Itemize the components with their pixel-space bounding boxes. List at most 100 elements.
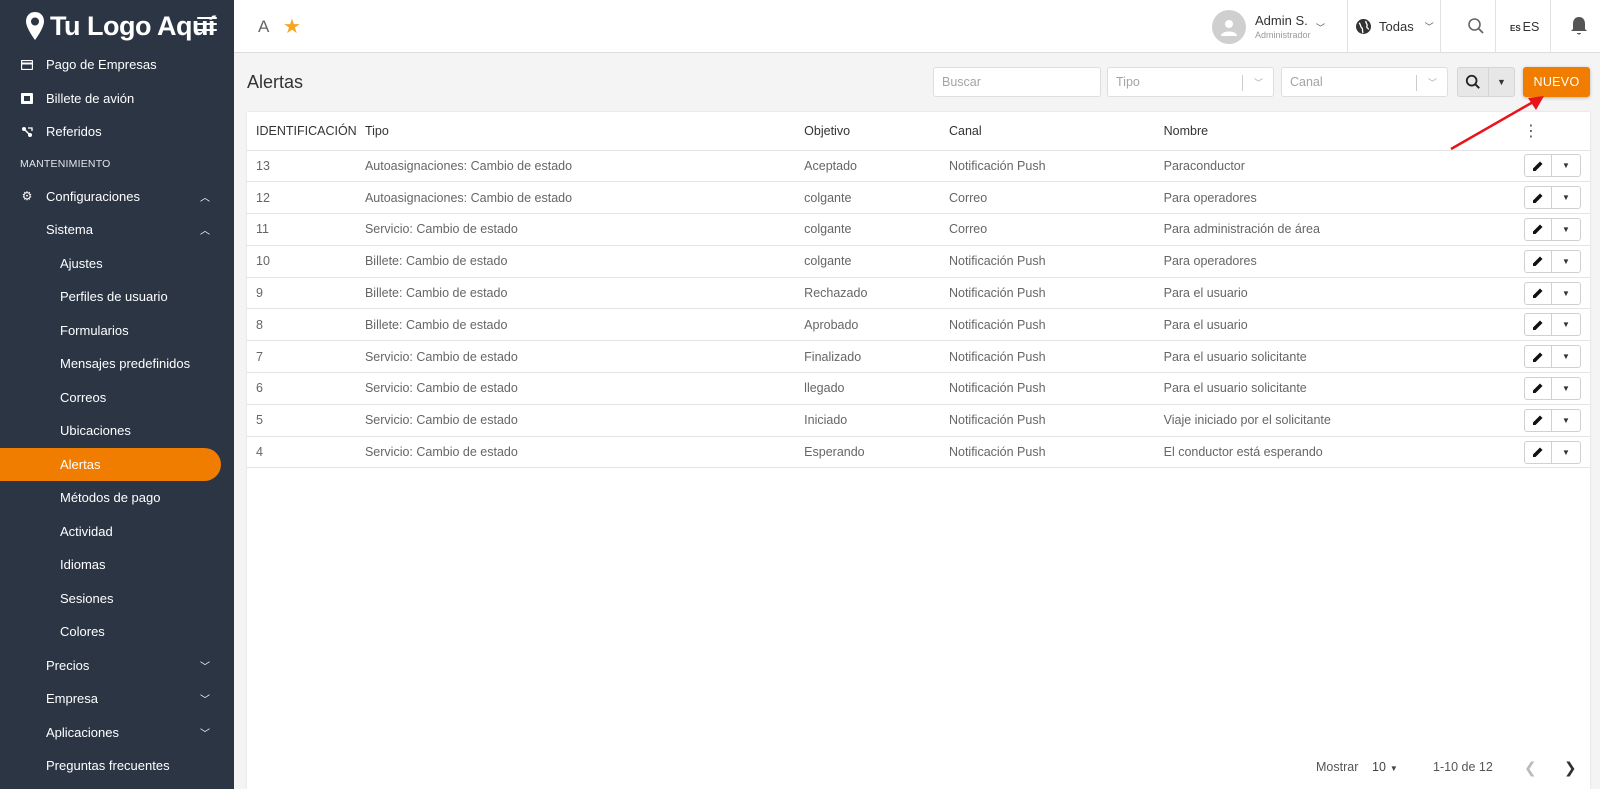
menu-toggle-icon[interactable] bbox=[197, 17, 217, 35]
chevron-left-icon[interactable]: ❮ bbox=[1524, 759, 1537, 777]
sidebar-item-alertas[interactable]: Alertas bbox=[0, 447, 221, 481]
edit-icon[interactable] bbox=[1525, 187, 1552, 209]
divider bbox=[1440, 0, 1441, 53]
chevron-down-icon: ﹀ bbox=[200, 695, 210, 707]
cell-objetivo: llegado bbox=[804, 372, 949, 405]
sidebar-item-perfiles[interactable]: Perfiles de usuario bbox=[0, 280, 234, 314]
sidebar-item-idiomas[interactable]: Idiomas bbox=[0, 548, 234, 582]
sidebar-item-metodos-pago[interactable]: Métodos de pago bbox=[0, 481, 234, 515]
column-header-tipo[interactable]: Tipo bbox=[364, 112, 805, 151]
canal-select[interactable]: Canal ﹀ bbox=[1281, 67, 1448, 97]
cell-actions: ▼ bbox=[1522, 213, 1590, 246]
bell-icon[interactable] bbox=[1570, 16, 1588, 36]
table-row[interactable]: 5 Servicio: Cambio de estado Iniciado Notif… bbox=[247, 404, 1590, 437]
caret-down-icon[interactable]: ▼ bbox=[1552, 251, 1580, 272]
sidebar-item-empresa[interactable]: Empresa ﹀ bbox=[0, 682, 234, 716]
search-icon[interactable] bbox=[1467, 17, 1485, 35]
sidebar-item-label: Formularios bbox=[60, 322, 129, 338]
caret-down-icon[interactable]: ▼ bbox=[1552, 314, 1580, 335]
cell-actions: ▼ bbox=[1522, 404, 1590, 437]
table-card: IDENTIFICACIÓN Tipo Objetivo Canal Nombr… bbox=[247, 112, 1590, 789]
region-label: Todas bbox=[1379, 19, 1414, 34]
column-header-canal[interactable]: Canal bbox=[948, 112, 1164, 151]
region-selector[interactable]: Todas ﹀ bbox=[1355, 0, 1434, 53]
cell-canal: Correo bbox=[948, 213, 1164, 246]
sidebar-item-pago-empresas[interactable]: Pago de Empresas bbox=[0, 48, 234, 82]
cell-id: 12 bbox=[247, 181, 365, 215]
sidebar-item-correos[interactable]: Correos bbox=[0, 381, 234, 415]
logo-text: Tu Logo Aquí bbox=[50, 10, 215, 41]
sidebar-item-formularios[interactable]: Formularios bbox=[0, 314, 234, 348]
caret-down-icon[interactable]: ▼ bbox=[1552, 155, 1580, 176]
sidebar-item-mensajes[interactable]: Mensajes predefinidos bbox=[0, 347, 234, 381]
cell-nombre: Para administración de área bbox=[1163, 213, 1523, 246]
language-selector[interactable]: ES ES bbox=[1510, 20, 1539, 34]
star-icon[interactable]: ★ bbox=[283, 14, 301, 39]
sidebar: Tu Logo Aquí Pago de Empresas Billete de… bbox=[0, 0, 234, 789]
sidebar-item-configuraciones[interactable]: ⚙ Configuraciones ︿ bbox=[0, 180, 234, 214]
sidebar-item-ubicaciones[interactable]: Ubicaciones bbox=[0, 414, 234, 448]
table-row[interactable]: 11 Servicio: Cambio de estado colgante Corr… bbox=[247, 213, 1590, 246]
table-row[interactable]: 8 Billete: Cambio de estado Aprobado Notifi… bbox=[247, 308, 1590, 342]
edit-icon[interactable] bbox=[1525, 155, 1552, 177]
chevron-right-icon[interactable]: ❯ bbox=[1564, 759, 1577, 777]
sidebar-item-label: Billete de avión bbox=[46, 90, 135, 106]
sidebar-item-sistema[interactable]: Sistema ︿ bbox=[0, 213, 234, 247]
cell-canal: Notificación Push bbox=[948, 277, 1164, 310]
search-input[interactable]: Buscar bbox=[933, 67, 1101, 97]
edit-icon[interactable] bbox=[1525, 346, 1552, 368]
table-row[interactable]: 10 Billete: Cambio de estado colgante Notif… bbox=[247, 245, 1590, 278]
edit-icon[interactable] bbox=[1525, 314, 1552, 336]
edit-icon[interactable] bbox=[1525, 250, 1552, 272]
table-row[interactable]: 12 Autoasignaciones: Cambio de estado colg… bbox=[247, 181, 1590, 215]
table-row[interactable]: 6 Servicio: Cambio de estado llegado Notifi… bbox=[247, 372, 1590, 405]
caret-down-icon: ▼ bbox=[1497, 77, 1506, 87]
table-row[interactable]: 4 Servicio: Cambio de estado Esperando Noti… bbox=[247, 436, 1590, 469]
table-row[interactable]: 9 Billete: Cambio de estado Rechazado Notif… bbox=[247, 277, 1590, 310]
cell-nombre: Viaje iniciado por el solicitante bbox=[1163, 404, 1523, 437]
sidebar-item-billete-avion[interactable]: Billete de avión bbox=[0, 82, 234, 116]
caret-down-icon[interactable]: ▼ bbox=[1552, 442, 1580, 463]
cell-objetivo: Finalizado bbox=[804, 340, 949, 374]
divider bbox=[1416, 75, 1417, 91]
sidebar-item-ajustes[interactable]: Ajustes bbox=[0, 247, 234, 281]
row-action-group: ▼ bbox=[1524, 249, 1581, 273]
cell-nombre: Para operadores bbox=[1163, 245, 1523, 278]
table-row[interactable]: 13 Autoasignaciones: Cambio de estado Acep… bbox=[247, 150, 1590, 183]
sidebar-item-colores[interactable]: Colores bbox=[0, 615, 234, 649]
table-row[interactable]: 7 Servicio: Cambio de estado Finalizado Not… bbox=[247, 340, 1590, 374]
page-size-select[interactable]: 10 ▼ bbox=[1372, 760, 1398, 774]
edit-icon[interactable] bbox=[1525, 377, 1552, 399]
share-icon bbox=[20, 125, 34, 139]
edit-icon[interactable] bbox=[1525, 218, 1552, 240]
cell-id: 10 bbox=[247, 245, 365, 278]
cell-tipo: Billete: Cambio de estado bbox=[364, 245, 805, 278]
font-size-button[interactable]: A bbox=[258, 17, 269, 37]
caret-down-icon[interactable]: ▼ bbox=[1552, 346, 1580, 367]
caret-down-icon[interactable]: ▼ bbox=[1552, 378, 1580, 399]
sidebar-item-sesiones[interactable]: Sesiones bbox=[0, 582, 234, 616]
sidebar-item-precios[interactable]: Precios ﹀ bbox=[0, 649, 234, 683]
row-action-group: ▼ bbox=[1524, 345, 1581, 369]
sidebar-item-preguntas[interactable]: Preguntas frecuentes bbox=[0, 749, 234, 783]
tipo-select[interactable]: Tipo ﹀ bbox=[1107, 67, 1274, 97]
edit-icon[interactable] bbox=[1525, 409, 1552, 431]
caret-down-icon[interactable]: ▼ bbox=[1552, 187, 1580, 208]
caret-down-icon[interactable]: ▼ bbox=[1552, 410, 1580, 431]
caret-down-icon[interactable]: ▼ bbox=[1552, 219, 1580, 240]
edit-icon[interactable] bbox=[1525, 282, 1552, 304]
row-action-group: ▼ bbox=[1524, 376, 1581, 400]
sidebar-item-actividad[interactable]: Actividad bbox=[0, 515, 234, 549]
user-menu[interactable]: Admin S. Administrador ﹀ bbox=[1212, 0, 1325, 53]
cell-id: 11 bbox=[247, 213, 365, 246]
sidebar-item-aplicaciones[interactable]: Aplicaciones ﹀ bbox=[0, 716, 234, 750]
edit-icon[interactable] bbox=[1525, 441, 1552, 463]
sidebar-item-referidos[interactable]: Referidos bbox=[0, 115, 234, 149]
caret-down-icon[interactable]: ▼ bbox=[1552, 283, 1580, 304]
sidebar-item-label: Ubicaciones bbox=[60, 423, 131, 439]
tipo-placeholder: Tipo bbox=[1116, 75, 1140, 89]
user-icon bbox=[1221, 19, 1237, 36]
logo[interactable]: Tu Logo Aquí bbox=[24, 11, 215, 42]
column-header-id[interactable]: IDENTIFICACIÓN bbox=[247, 112, 365, 151]
column-header-objetivo[interactable]: Objetivo bbox=[804, 112, 949, 151]
